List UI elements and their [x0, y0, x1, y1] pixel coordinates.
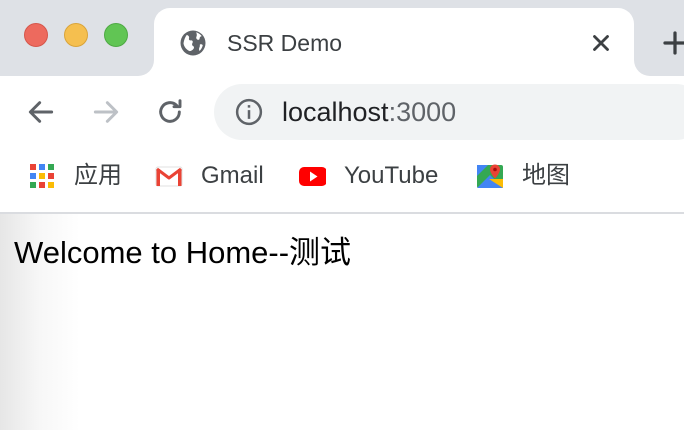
browser-toolbar: localhost:3000: [0, 76, 684, 148]
window-zoom-button[interactable]: [104, 23, 128, 47]
bookmark-apps[interactable]: 应用: [28, 160, 128, 192]
bookmark-youtube[interactable]: YouTube: [298, 160, 448, 192]
gmail-icon: [155, 166, 183, 187]
back-arrow-icon[interactable]: [25, 96, 57, 128]
bookmark-gmail[interactable]: Gmail: [155, 160, 275, 192]
maps-icon: [477, 164, 503, 188]
reload-icon[interactable]: [154, 96, 186, 128]
bookmarks-bar: 应用 Gmail YouTube 地图: [0, 148, 684, 214]
globe-icon: [180, 30, 206, 56]
url-host: localhost: [282, 97, 389, 127]
bookmark-maps[interactable]: 地图: [476, 160, 576, 192]
bookmark-label: YouTube: [344, 162, 439, 189]
forward-arrow-icon[interactable]: [90, 96, 122, 128]
bookmark-label: 应用: [74, 162, 122, 189]
tab-title: SSR Demo: [227, 30, 343, 56]
address-bar[interactable]: localhost:3000: [214, 84, 684, 140]
browser-tab[interactable]: SSR Demo: [154, 8, 634, 76]
page-heading: Welcome to Home--测试: [14, 235, 352, 270]
url-port: :3000: [388, 97, 457, 127]
bookmark-label: 地图: [522, 162, 570, 189]
tab-strip: SSR Demo: [0, 0, 684, 76]
site-info-icon[interactable]: [234, 97, 264, 127]
new-tab-icon[interactable]: [660, 28, 684, 58]
window-minimize-button[interactable]: [64, 23, 88, 47]
bookmark-label: Gmail: [201, 162, 264, 189]
url-text[interactable]: localhost:3000: [282, 96, 456, 128]
youtube-icon: [299, 167, 326, 186]
apps-grid-icon: [30, 164, 54, 188]
window-close-button[interactable]: [24, 23, 48, 47]
close-tab-icon[interactable]: [588, 30, 614, 56]
page-content: Welcome to Home--测试: [0, 214, 684, 430]
